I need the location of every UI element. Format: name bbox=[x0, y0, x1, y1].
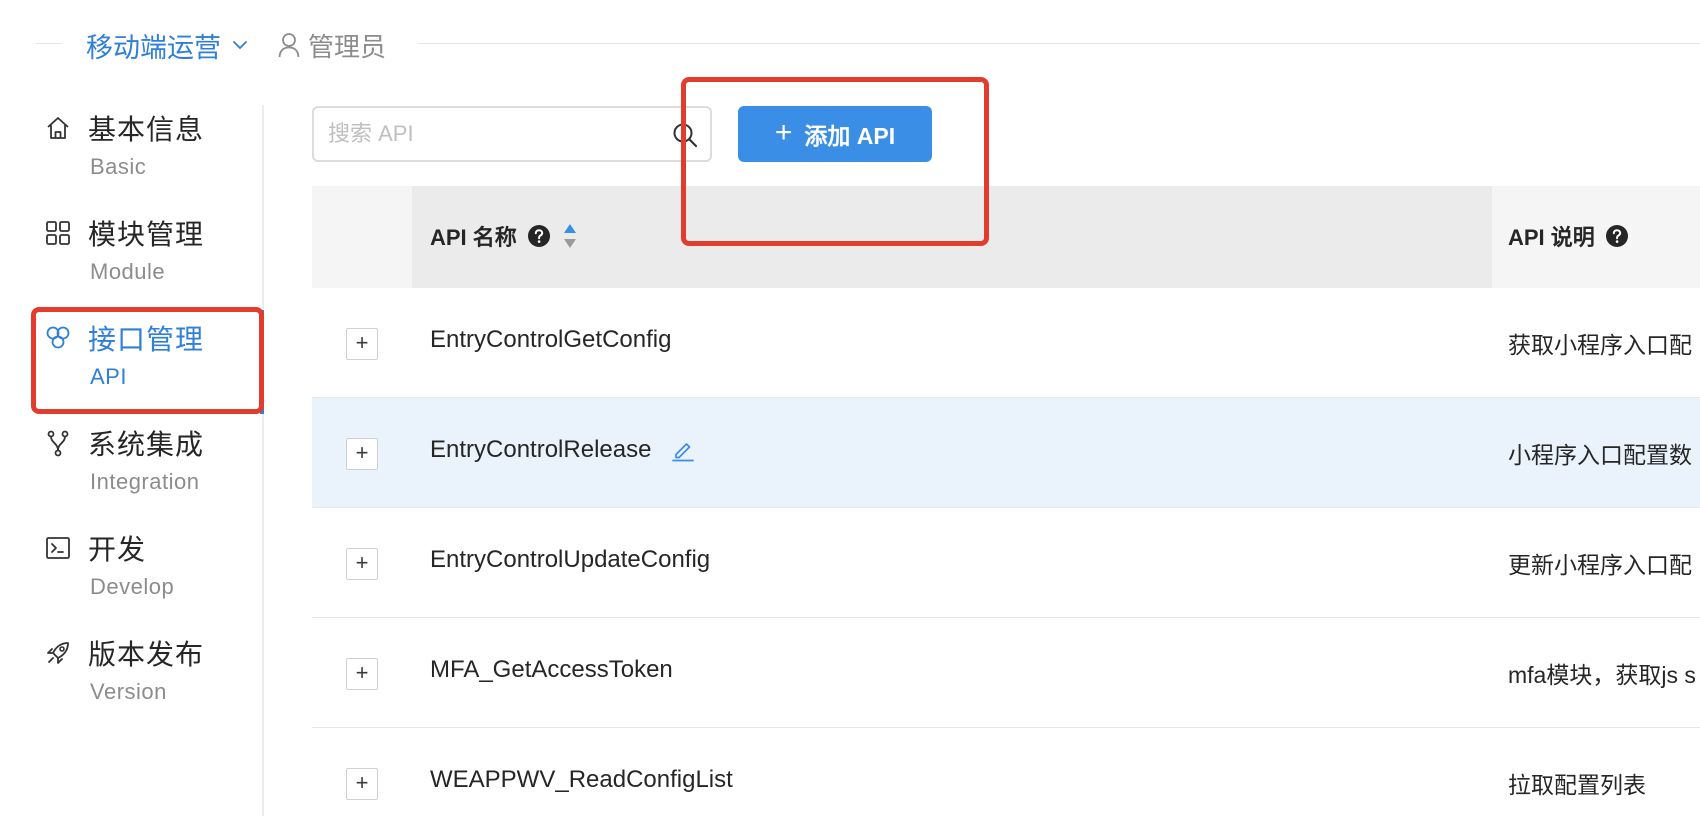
header-divider-left bbox=[36, 43, 62, 44]
search-box bbox=[312, 106, 712, 162]
sidebar-item-title: 版本发布 bbox=[88, 639, 205, 670]
chevron-down-icon bbox=[233, 41, 247, 49]
app-switcher[interactable]: 移动端运营 bbox=[86, 26, 249, 64]
help-icon[interactable] bbox=[1605, 224, 1629, 248]
role-indicator: 管理员 bbox=[278, 26, 386, 64]
api-description: 获取小程序入口配 bbox=[1508, 332, 1692, 358]
app-name: 移动端运营 bbox=[86, 32, 221, 63]
add-api-button[interactable]: + 添加 API bbox=[738, 106, 932, 162]
table-row[interactable]: + EntryControlRelease 小程序入口配置数 bbox=[312, 398, 1700, 508]
sidebar-item-title: 系统集成 bbox=[88, 429, 205, 460]
api-name-cell: MFA_GetAccessToken bbox=[430, 656, 673, 684]
role-label: 管理员 bbox=[308, 31, 387, 62]
expand-row-button[interactable]: + bbox=[346, 438, 378, 470]
api-description: 拉取配置列表 bbox=[1508, 772, 1646, 798]
table-row[interactable]: + EntryControlUpdateConfig 更新小程序入口配 bbox=[312, 508, 1700, 618]
sidebar-item-subtitle: Version bbox=[90, 679, 167, 704]
sidebar-item-integration[interactable]: 系统集成 Integration bbox=[44, 419, 254, 519]
sidebar-item-title: 开发 bbox=[88, 534, 147, 565]
expand-row-button[interactable]: + bbox=[346, 768, 378, 800]
api-name-cell: EntryControlRelease bbox=[430, 436, 695, 464]
sidebar-item-subtitle: Integration bbox=[90, 469, 200, 494]
api-name: WEAPPWV_ReadConfigList bbox=[430, 766, 733, 793]
branch-icon bbox=[47, 430, 69, 457]
api-table: API 名称 API 说明 + EntryControlGetConfig 获取… bbox=[312, 186, 1700, 816]
sidebar-item-title: 接口管理 bbox=[88, 324, 205, 355]
api-name: EntryControlRelease bbox=[430, 436, 652, 463]
table-row[interactable]: + WEAPPWV_ReadConfigList 拉取配置列表 bbox=[312, 728, 1700, 816]
column-header-label: API 名称 bbox=[430, 225, 517, 250]
sidebar-item-version[interactable]: 版本发布 Version bbox=[44, 629, 254, 729]
api-name: MFA_GetAccessToken bbox=[430, 656, 673, 683]
rocket-icon bbox=[47, 642, 69, 664]
column-header-api-description: API 说明 bbox=[1508, 220, 1629, 252]
search-input[interactable] bbox=[328, 116, 658, 152]
api-description: mfa模块，获取js s bbox=[1508, 662, 1696, 688]
sidebar-item-module[interactable]: 模块管理 Module bbox=[44, 209, 254, 309]
terminal-icon bbox=[46, 537, 70, 559]
search-icon[interactable] bbox=[670, 120, 700, 150]
sidebar-item-subtitle: Basic bbox=[90, 154, 147, 179]
cubes-icon bbox=[46, 326, 70, 349]
header-divider-right bbox=[418, 43, 1700, 44]
table-row[interactable]: + MFA_GetAccessToken mfa模块，获取js s bbox=[312, 618, 1700, 728]
api-name-cell: WEAPPWV_ReadConfigList bbox=[430, 766, 733, 794]
sidebar-active-indicator bbox=[260, 310, 264, 414]
api-name-cell: EntryControlUpdateConfig bbox=[430, 546, 710, 574]
api-name-cell: EntryControlGetConfig bbox=[430, 326, 671, 354]
api-name: EntryControlUpdateConfig bbox=[430, 546, 711, 573]
expand-row-button[interactable]: + bbox=[346, 328, 378, 360]
sidebar-item-subtitle: Develop bbox=[90, 574, 175, 599]
edit-icon[interactable] bbox=[671, 438, 695, 462]
sidebar-item-api[interactable]: 接口管理 API bbox=[44, 314, 254, 414]
table-row[interactable]: + EntryControlGetConfig 获取小程序入口配 bbox=[312, 288, 1700, 398]
help-icon[interactable] bbox=[527, 224, 551, 248]
sidebar-item-title: 基本信息 bbox=[88, 114, 205, 145]
column-header-api-name[interactable]: API 名称 bbox=[430, 220, 579, 252]
plus-icon: + bbox=[774, 115, 793, 149]
sidebar-item-basic[interactable]: 基本信息 Basic bbox=[44, 104, 254, 204]
user-icon bbox=[278, 33, 300, 58]
sidebar-item-title: 模块管理 bbox=[88, 219, 205, 250]
sidebar-item-subtitle: API bbox=[90, 364, 127, 389]
home-icon bbox=[47, 117, 69, 139]
expand-row-button[interactable]: + bbox=[346, 548, 378, 580]
column-header-label: API 说明 bbox=[1508, 225, 1595, 250]
sidebar-item-develop[interactable]: 开发 Develop bbox=[44, 524, 254, 624]
api-name: EntryControlGetConfig bbox=[430, 326, 672, 353]
add-api-button-label: 添加 API bbox=[804, 123, 896, 149]
expand-row-button[interactable]: + bbox=[346, 658, 378, 690]
sort-icon[interactable] bbox=[561, 221, 579, 251]
grid-icon bbox=[46, 221, 70, 245]
sidebar-item-subtitle: Module bbox=[90, 259, 166, 284]
api-description: 小程序入口配置数 bbox=[1508, 442, 1692, 468]
table-header: API 名称 API 说明 bbox=[312, 186, 1700, 288]
api-description: 更新小程序入口配 bbox=[1508, 552, 1692, 578]
